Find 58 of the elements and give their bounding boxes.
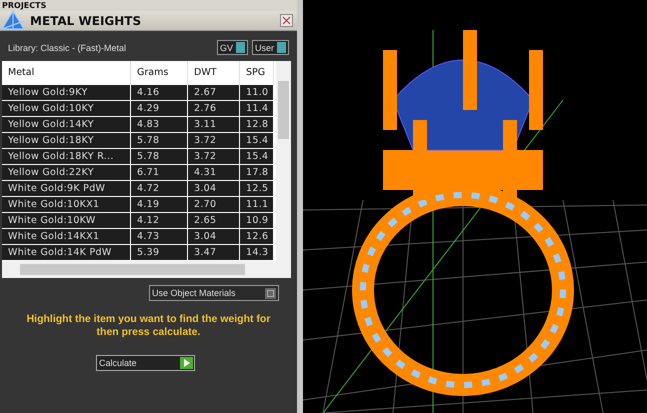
table-cell: 3.47 xyxy=(188,245,240,261)
table-cell: White Gold:10KW xyxy=(2,213,131,229)
table-cell: Yellow Gold:10KY xyxy=(2,101,131,117)
vertical-scrollbar[interactable] xyxy=(276,61,291,261)
panel-title: METAL WEIGHTS xyxy=(30,14,142,28)
table-cell: 3.04 xyxy=(188,229,240,245)
table-cell: 4.72 xyxy=(131,181,188,197)
table-cell: 2.76 xyxy=(188,101,240,117)
table-cell: 5.39 xyxy=(131,245,188,261)
table-cell: 15.4 xyxy=(240,133,274,149)
table-cell: 5.78 xyxy=(131,133,188,149)
table-cell: Yellow Gold:9KY xyxy=(2,85,131,101)
table-cell: 15.4 xyxy=(240,149,274,165)
table-cell: White Gold:14K PdW xyxy=(2,245,131,261)
play-icon xyxy=(184,359,190,367)
table-cell: 17.8 xyxy=(240,165,274,181)
table-cell: Yellow Gold:18KY R... xyxy=(2,149,131,165)
library-label: Library: Classic - (Fast)-Metal xyxy=(8,42,126,52)
table-cell: Yellow Gold:18KY xyxy=(2,133,131,149)
table-cell: 2.65 xyxy=(188,213,240,229)
table-cell: 4.19 xyxy=(131,197,188,213)
table-cell: White Gold:10KX1 xyxy=(2,197,131,213)
table-cell: White Gold:9K PdW xyxy=(2,181,131,197)
table-cell: 2.70 xyxy=(188,197,240,213)
close-icon xyxy=(282,16,291,25)
table-cell: 12.5 xyxy=(240,181,274,197)
table-cell: 4.12 xyxy=(131,213,188,229)
table-cell: 3.72 xyxy=(188,149,240,165)
pyramid-icon xyxy=(0,8,26,32)
table-cell: 11.4 xyxy=(240,101,274,117)
toggle-button[interactable]: GV xyxy=(216,40,248,55)
table-cell: 4.16 xyxy=(131,85,188,101)
table-cell: 4.73 xyxy=(131,229,188,245)
table-cell: 10.9 xyxy=(240,213,274,229)
table-cell: 14.3 xyxy=(240,245,274,261)
table-cell: 3.04 xyxy=(188,181,240,197)
table-cell: 3.11 xyxy=(188,117,240,133)
table-cell: 12.8 xyxy=(240,117,274,133)
instruction-text: Highlight the item you want to find the weight for then press calculate. xyxy=(26,312,272,339)
option-toggle[interactable]: Use Object Materials xyxy=(149,285,279,301)
table-cell: 4.31 xyxy=(188,165,240,181)
table-cell: 2.67 xyxy=(188,85,240,101)
table-cell: 6.71 xyxy=(131,165,188,181)
table-cell: 5.78 xyxy=(131,149,188,165)
table-cell: 11.1 xyxy=(240,197,274,213)
calculate-button[interactable]: Calculate xyxy=(96,355,195,371)
table-cell: Yellow Gold:14KY xyxy=(2,117,131,133)
table-cell: White Gold:14KX1 xyxy=(2,229,131,245)
close-button[interactable] xyxy=(280,14,293,27)
header-title: PROJECTS xyxy=(2,0,46,10)
table-cell: Yellow Gold:22KY xyxy=(2,165,131,181)
table-cell: 11.0 xyxy=(240,85,274,101)
table-cell: 3.72 xyxy=(188,133,240,149)
table-cell: 12.6 xyxy=(240,229,274,245)
toggle-button[interactable]: User xyxy=(252,40,289,55)
horizontal-scrollbar[interactable] xyxy=(2,261,291,278)
table-cell: 4.83 xyxy=(131,117,188,133)
table-cell: 4.29 xyxy=(131,101,188,117)
